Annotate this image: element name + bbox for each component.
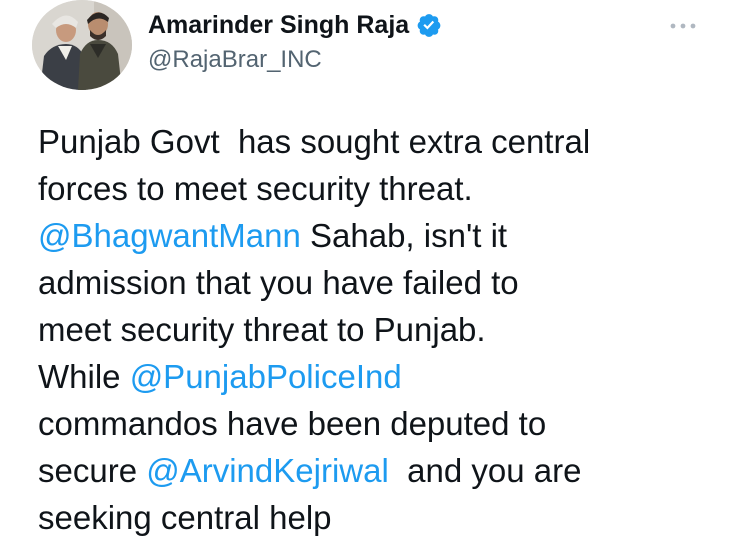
more-options-button[interactable] xyxy=(660,12,706,40)
mention-link[interactable]: @ArvindKejriwal xyxy=(146,452,389,489)
tweet-line: commandos have been deputed to xyxy=(38,400,728,447)
tweet-line: While @PunjabPoliceInd xyxy=(38,353,728,400)
more-options-icon xyxy=(670,23,696,29)
verified-badge-icon xyxy=(416,12,442,38)
tweet-text: Punjab Govt has sought extra central for… xyxy=(38,118,728,541)
avatar[interactable] xyxy=(32,0,132,90)
tweet-text-segment: While xyxy=(38,358,130,395)
tweet-text-segment: meet security threat to Punjab. xyxy=(38,311,486,348)
tweet-header: Amarinder Singh Raja @RajaBrar_INC xyxy=(148,8,442,74)
mention-link[interactable]: @BhagwantMann xyxy=(38,217,301,254)
tweet-line: meet security threat to Punjab. xyxy=(38,306,728,353)
tweet-text-segment: Sahab, isn't it xyxy=(300,217,508,254)
tweet-text-segment: seeking central help xyxy=(38,499,332,536)
tweet-text-segment: secure xyxy=(38,452,147,489)
tweet-line: Punjab Govt has sought extra central xyxy=(38,118,728,165)
tweet-card: Amarinder Singh Raja @RajaBrar_INC Punja… xyxy=(0,0,730,548)
tweet-text-segment: forces to meet security threat. xyxy=(38,170,473,207)
mention-link[interactable]: @PunjabPoliceInd xyxy=(130,358,402,395)
display-name[interactable]: Amarinder Singh Raja xyxy=(148,11,409,40)
tweet-line: seeking central help xyxy=(38,494,728,541)
tweet-line: @BhagwantMann Sahab, isn't it xyxy=(38,212,728,259)
tweet-text-segment: commandos have been deputed to xyxy=(38,405,547,442)
tweet-line: secure @ArvindKejriwal and you are xyxy=(38,447,728,494)
name-row: Amarinder Singh Raja xyxy=(148,8,442,42)
tweet-text-segment: and you are xyxy=(388,452,582,489)
user-handle[interactable]: @RajaBrar_INC xyxy=(148,46,442,74)
tweet-line: forces to meet security threat. xyxy=(38,165,728,212)
tweet-line: admission that you have failed to xyxy=(38,259,728,306)
tweet-text-segment: admission that you have failed to xyxy=(38,264,519,301)
tweet-text-segment: Punjab Govt has sought extra central xyxy=(38,123,591,160)
